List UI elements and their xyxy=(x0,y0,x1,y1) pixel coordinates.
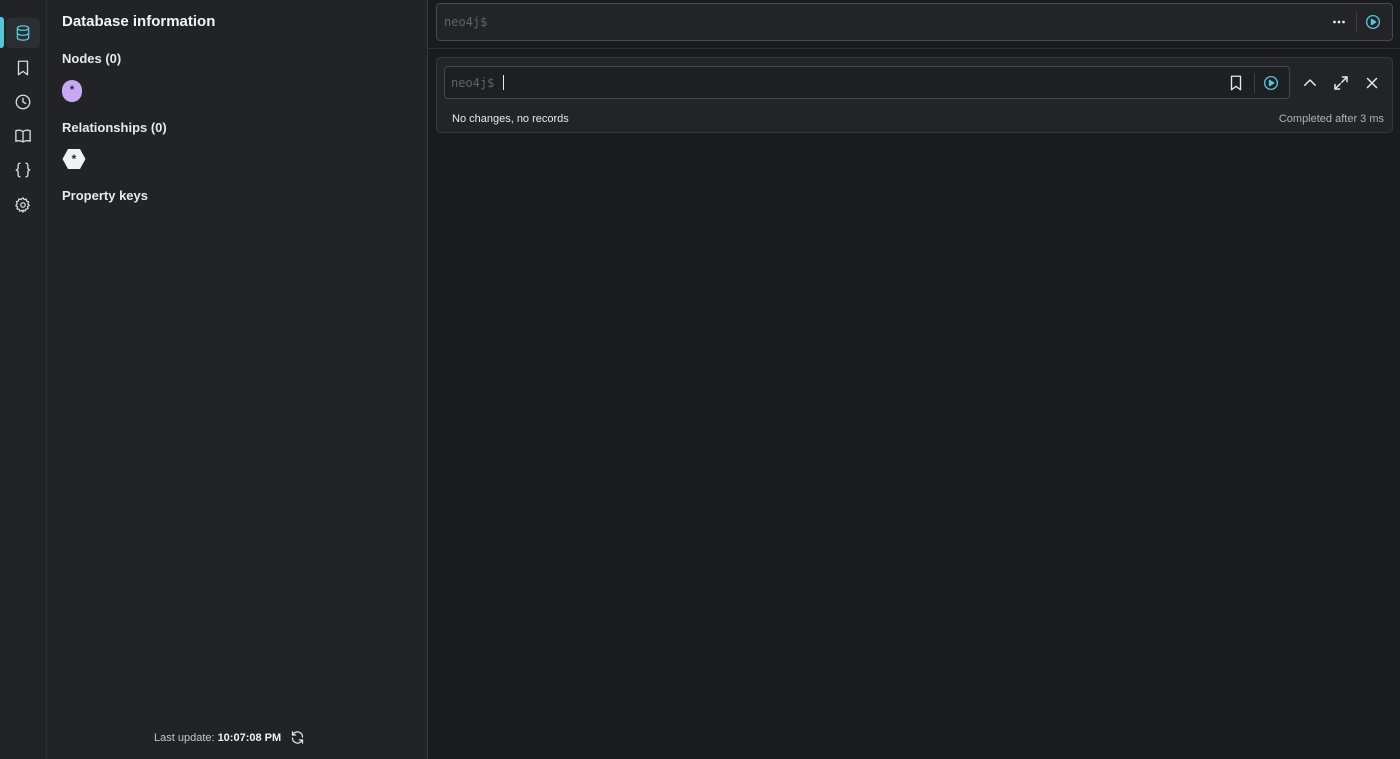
stream-separator xyxy=(428,48,1400,49)
result-frame: neo4j$ No changes, no records Completed … xyxy=(436,57,1393,133)
sidebar-item-history[interactable] xyxy=(6,87,40,117)
main-area: neo4j$ neo4j$ No changes, no records Com… xyxy=(428,0,1400,759)
last-update: Last update: 10:07:08 PM xyxy=(154,730,305,745)
gear-icon xyxy=(15,197,30,213)
frame-query-editor[interactable]: neo4j$ xyxy=(444,66,1290,99)
database-icon xyxy=(16,25,30,41)
run-icon[interactable] xyxy=(1262,74,1280,92)
cypher-editor[interactable]: neo4j$ xyxy=(436,3,1393,41)
neo4j-browser: Database information Nodes (0) * Relatio… xyxy=(0,0,1400,759)
sidebar-item-favorites[interactable] xyxy=(6,53,40,83)
property-keys-heading: Property keys xyxy=(62,188,148,203)
sidebar-item-settings[interactable] xyxy=(6,190,40,220)
text-cursor xyxy=(503,75,504,90)
run-icon[interactable] xyxy=(1364,13,1382,31)
nodes-heading: Nodes (0) xyxy=(62,51,122,66)
icon-rail xyxy=(0,0,47,759)
bookmark-icon xyxy=(17,60,29,76)
editor-divider xyxy=(1356,12,1357,32)
panel-title: Database information xyxy=(62,13,216,30)
node-label-all[interactable]: * xyxy=(62,80,82,102)
sidebar-item-cypher[interactable] xyxy=(6,155,40,185)
active-indicator xyxy=(0,17,4,48)
relationship-type-all[interactable]: * xyxy=(62,148,86,170)
sidebar-item-guides[interactable] xyxy=(6,121,40,151)
clock-icon xyxy=(15,94,31,110)
bookmark-icon[interactable] xyxy=(1227,74,1245,92)
more-options-icon[interactable] xyxy=(1330,13,1348,31)
sidebar-item-database[interactable] xyxy=(6,18,40,48)
last-update-label: Last update: xyxy=(154,731,215,744)
relationships-heading: Relationships (0) xyxy=(62,120,167,135)
database-info-panel: Database information Nodes (0) * Relatio… xyxy=(47,0,428,759)
maximize-icon[interactable] xyxy=(1332,74,1350,92)
frame-prompt: neo4j$ xyxy=(451,76,495,90)
editor-prompt: neo4j$ xyxy=(444,15,488,29)
relationship-pill-text: * xyxy=(71,152,77,166)
frame-editor-divider xyxy=(1254,73,1255,93)
last-update-time: 10:07:08 PM xyxy=(217,731,282,744)
close-icon[interactable] xyxy=(1363,74,1381,92)
refresh-icon[interactable] xyxy=(290,730,305,745)
frame-status-message: No changes, no records xyxy=(452,113,569,125)
frame-timing: Completed after 3 ms xyxy=(1278,113,1384,125)
collapse-icon[interactable] xyxy=(1301,74,1319,92)
book-icon xyxy=(15,129,31,143)
braces-icon xyxy=(15,162,31,178)
